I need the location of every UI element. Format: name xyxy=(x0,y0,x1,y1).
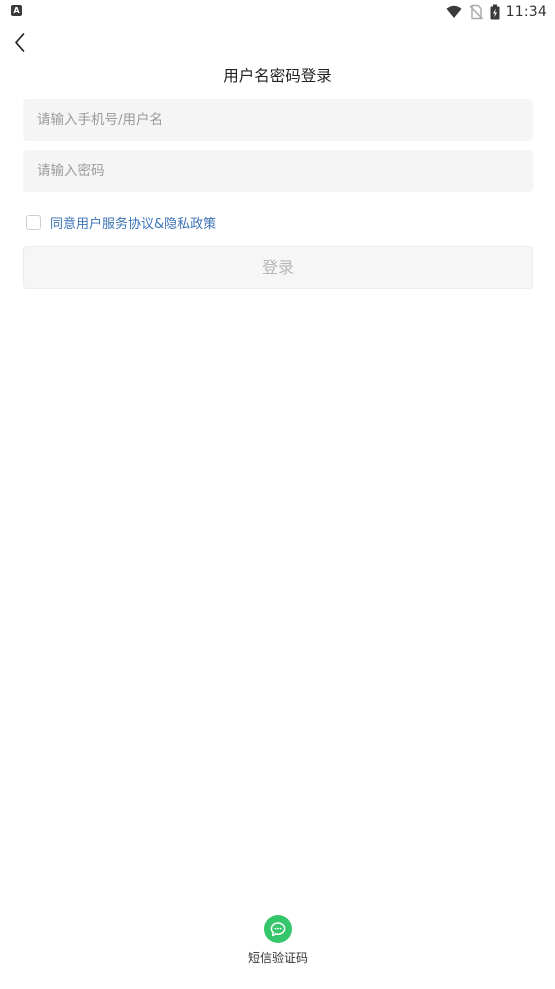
username-field-container xyxy=(23,99,533,141)
sms-login-button[interactable]: 短信验证码 xyxy=(240,913,316,966)
agreement-checkbox[interactable] xyxy=(26,214,41,230)
sms-login-label: 短信验证码 xyxy=(247,951,308,965)
status-icons: 11:34 xyxy=(446,3,547,21)
message-icon xyxy=(264,915,292,943)
status-bar: A 11:34 xyxy=(0,0,555,24)
no-sim-icon xyxy=(469,4,483,20)
battery-icon xyxy=(490,4,500,20)
agreement-link[interactable]: 同意用户服务协议&隐私政策 xyxy=(50,213,216,232)
app-notification-icon: A xyxy=(11,5,22,16)
agreement-row: 同意用户服务协议&隐私政策 xyxy=(26,212,216,232)
password-field-container xyxy=(23,150,533,192)
chevron-left-icon xyxy=(15,33,25,52)
wifi-icon xyxy=(446,5,462,18)
password-input[interactable] xyxy=(23,150,533,192)
page-title: 用户名密码登录 xyxy=(223,67,332,85)
username-input[interactable] xyxy=(23,99,533,141)
status-time: 11:34 xyxy=(505,4,547,20)
back-button[interactable] xyxy=(8,30,34,56)
login-button[interactable]: 登录 xyxy=(23,246,533,289)
